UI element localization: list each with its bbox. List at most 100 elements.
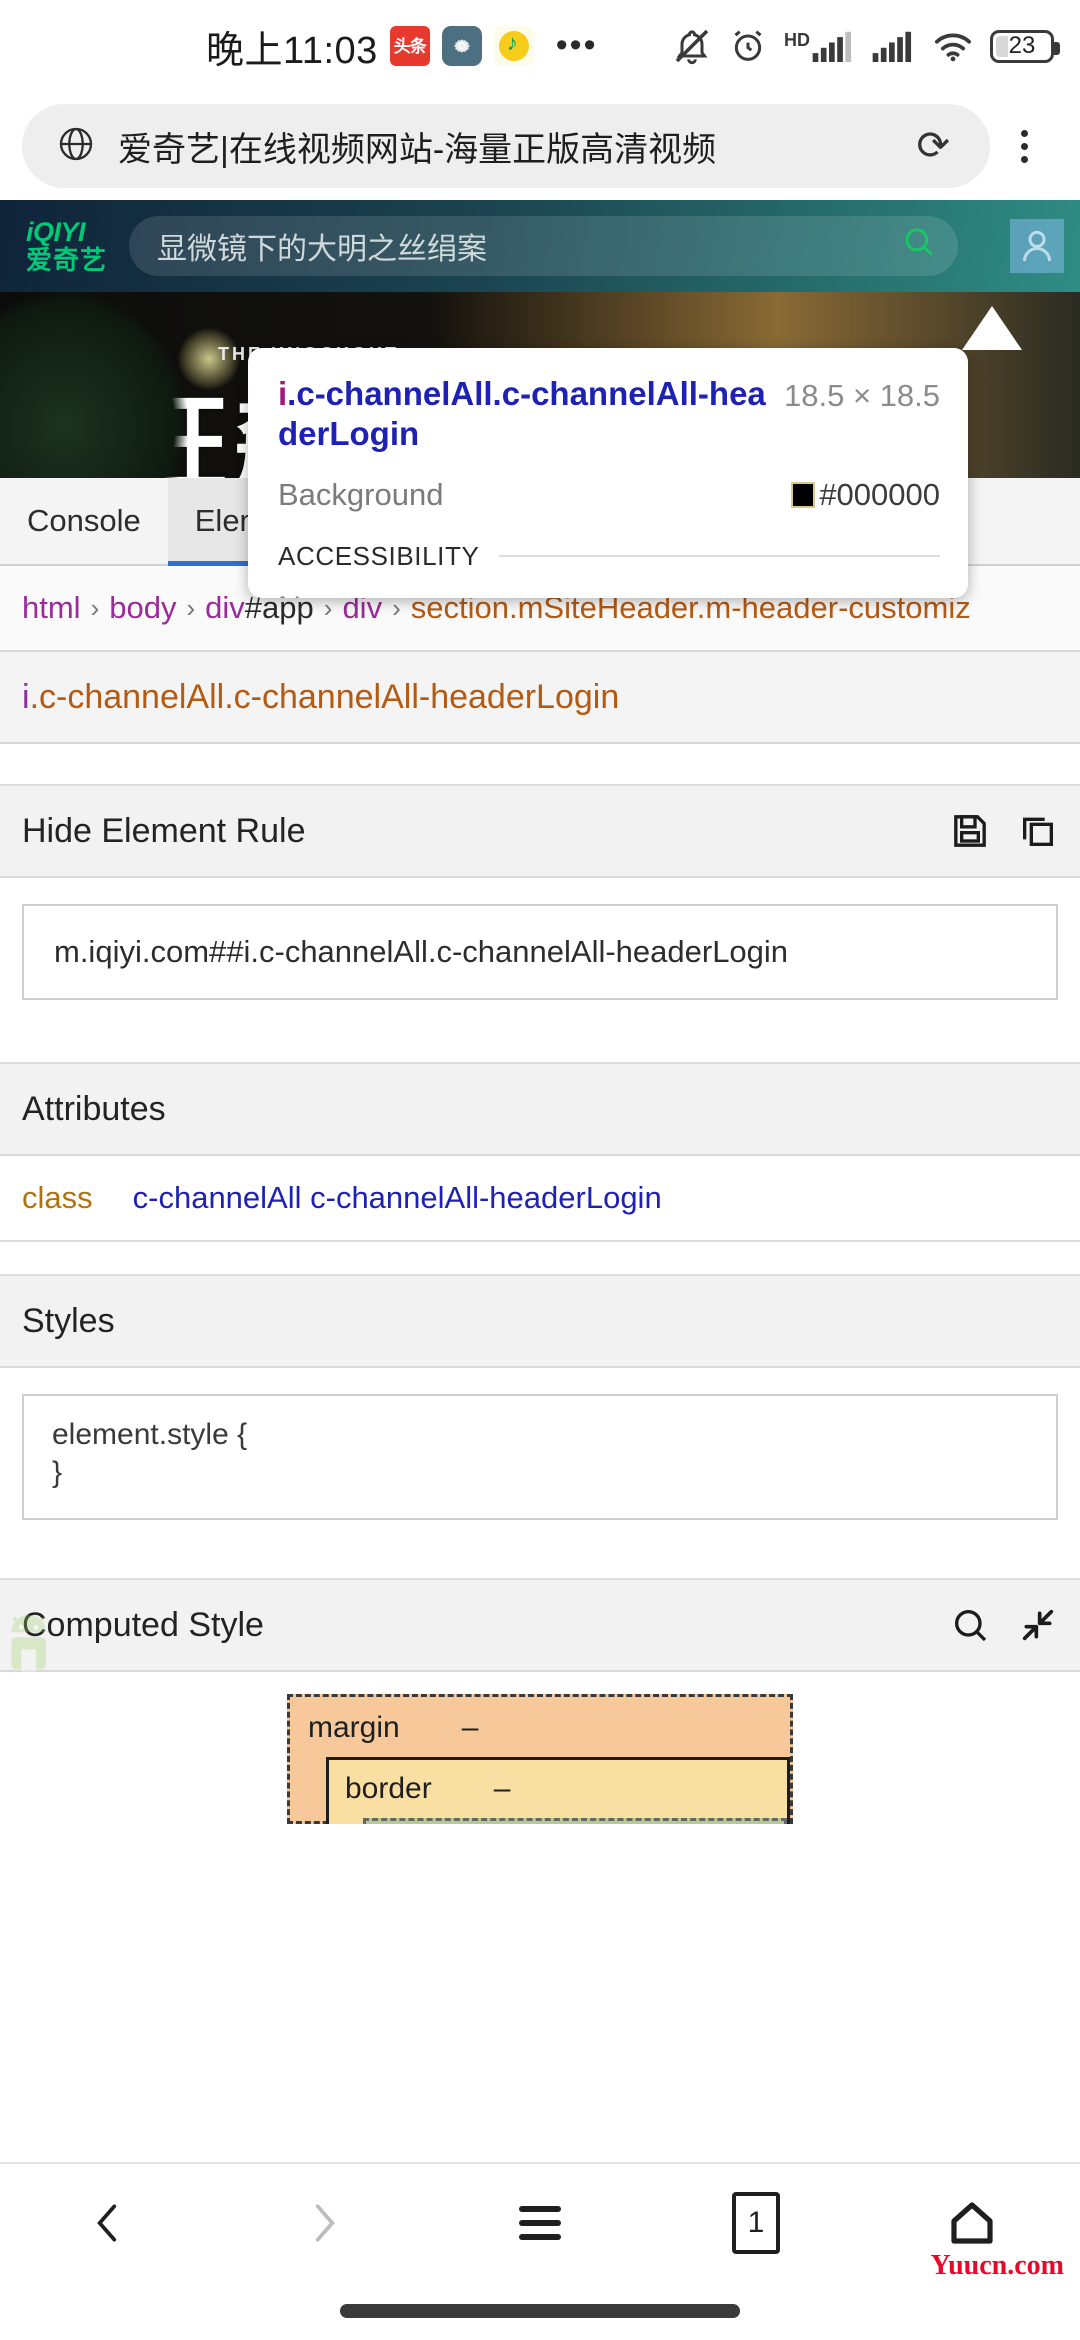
attribute-value: c-channelAll c-channelAll-headerLogin — [132, 1180, 662, 1215]
tooltip-dimensions: 18.5 × 18.5 — [784, 378, 940, 413]
gesture-home-bar[interactable] — [340, 2304, 740, 2318]
tooltip-background-row: Background #000000 — [278, 477, 940, 513]
toutiao-icon-glyph: 头条 — [393, 36, 427, 56]
address-bar[interactable]: 爱奇艺|在线视频网站-海量正版高清视频 ⟳ — [22, 104, 990, 188]
spacer-row — [0, 1546, 1080, 1580]
browser-bottom-nav: 1 Yuucn.com — [0, 2162, 1080, 2340]
signal-icon — [872, 30, 916, 62]
search-icon[interactable] — [950, 1605, 990, 1645]
status-bar-left: 晚上11:03 头条 ••• — [206, 19, 598, 74]
android-watermark-icon — [4, 1600, 78, 1704]
poster-foliage — [0, 292, 190, 478]
kebab-dot — [1020, 129, 1028, 137]
bell-mute-icon — [672, 26, 712, 66]
margin-value: – — [461, 1711, 479, 1744]
reload-button[interactable]: ⟳ — [910, 123, 956, 169]
tooltip-background-label: Background — [278, 476, 444, 512]
status-bar: 晚上11:03 头条 ••• — [0, 0, 1080, 92]
tab-count-badge: 1 — [732, 2192, 780, 2254]
copy-icon[interactable] — [1018, 811, 1058, 851]
browser-toolbar: 爱奇艺|在线视频网站-海量正版高清视频 ⟳ — [0, 92, 1080, 200]
home-button[interactable] — [864, 2199, 1080, 2247]
breadcrumb-item-html[interactable]: html — [22, 590, 81, 626]
box-model-border: border – padding – — [326, 1757, 790, 1824]
spacer-row — [0, 1242, 1080, 1276]
qq-music-note — [498, 30, 529, 61]
breadcrumb-separator: › — [90, 592, 100, 623]
alarm-clock-icon — [728, 26, 768, 66]
box-model-border-label: border – — [345, 1772, 787, 1806]
devtools-panel: Console Elements Network Resources Sourc… — [0, 478, 1080, 1824]
styles-header: Styles — [0, 1276, 1080, 1368]
hide-element-rule-title: Hide Element Rule — [22, 811, 306, 850]
forward-button — [216, 2198, 432, 2248]
iqiyi-logo[interactable]: iQIYI 爱奇艺 — [26, 218, 108, 275]
status-overflow-dots: ••• — [555, 26, 598, 65]
tooltip-accessibility-header: ACCESSIBILITY — [278, 541, 940, 572]
box-model-margin: margin – border – padding – — [287, 1694, 793, 1824]
attribute-key: class — [22, 1180, 93, 1215]
battery-icon: 23 — [990, 29, 1060, 63]
tooltip-background-hex: #000000 — [819, 476, 940, 512]
selected-element-classes: .c-channelAll.c-channelAll-headerLogin — [29, 677, 620, 716]
back-button[interactable] — [0, 2198, 216, 2248]
tooltip-name-label: Name — [278, 590, 940, 599]
hide-element-rule-actions — [950, 811, 1058, 851]
attributes-header: Attributes — [0, 1064, 1080, 1156]
border-value: – — [493, 1772, 511, 1805]
tab-switcher-button[interactable]: 1 — [648, 2192, 864, 2254]
box-model-margin-label: margin – — [308, 1711, 790, 1745]
computed-style-actions — [950, 1605, 1058, 1645]
status-bar-right: HD 23 — [672, 26, 1060, 66]
spacer-row — [0, 1030, 1080, 1064]
tooltip-divider — [499, 555, 940, 557]
chevron-right-icon — [299, 2198, 349, 2248]
iqiyi-logo-cn: 爱奇艺 — [26, 244, 108, 275]
site-search-placeholder: 显微镜下的大明之丝绢案 — [157, 233, 488, 266]
hide-element-rule-header: Hide Element Rule — [0, 786, 1080, 878]
attribute-row[interactable]: class c-channelAll c-channelAll-headerLo… — [0, 1156, 1080, 1242]
tooltip-selector-classes: .c-channelAll.c-channelAll-headerLogin — [278, 375, 766, 453]
tab-console[interactable]: Console — [0, 478, 168, 564]
collapse-arrows-icon[interactable] — [1018, 1605, 1058, 1645]
tooltip-selector: i.c-channelAll.c-channelAll-headerLogin — [278, 374, 766, 455]
search-icon[interactable] — [902, 225, 936, 268]
styles-code-open: element.style { — [52, 1418, 248, 1451]
styles-body: element.style { } — [0, 1368, 1080, 1546]
user-avatar-icon[interactable] — [1010, 219, 1064, 273]
phone-screen: 晚上11:03 头条 ••• — [0, 0, 1080, 2340]
qq-music-icon — [493, 26, 534, 66]
address-bar-title: 爱奇艺|在线视频网站-海量正版高清视频 — [118, 130, 717, 169]
breadcrumb-item-body[interactable]: body — [109, 590, 176, 626]
site-search-input[interactable]: 显微镜下的大明之丝绢案 — [129, 216, 958, 276]
box-model-padding: padding – — [363, 1818, 787, 1824]
box-model-diagram: margin – border – padding – — [0, 1672, 1080, 1824]
hide-element-rule-body: m.iqiyi.com##i.c-channelAll.c-channelAll… — [0, 878, 1080, 1030]
computed-style-header: Computed Style — [0, 1580, 1080, 1672]
border-label-text: border — [345, 1772, 432, 1805]
selected-element-tag: i — [22, 677, 30, 716]
site-watermark: Yuucn.com — [930, 2250, 1064, 2281]
battery-percent: 23 — [1008, 32, 1036, 59]
spacer-row — [0, 744, 1080, 786]
kebab-dot — [1020, 155, 1028, 163]
tooltip-selector-tag: i — [278, 375, 288, 412]
hd-label: HD — [784, 30, 810, 50]
tooltip-background-value: #000000 — [791, 477, 940, 513]
color-swatch — [791, 481, 816, 508]
chevron-left-icon — [83, 2198, 133, 2248]
browser-menu-button[interactable] — [990, 129, 1058, 163]
breadcrumb-item-div-app[interactable]: div — [205, 590, 245, 626]
hide-element-rule-input[interactable]: m.iqiyi.com##i.c-channelAll.c-channelAll… — [22, 904, 1058, 1000]
save-floppy-icon[interactable] — [950, 811, 990, 851]
globe-icon — [56, 124, 96, 169]
home-icon — [946, 2199, 998, 2247]
tooltip-header-row: i.c-channelAll.c-channelAll-headerLogin … — [278, 374, 940, 455]
status-time: 晚上11:03 — [206, 29, 378, 72]
styles-title: Styles — [22, 1301, 115, 1340]
battery-fill — [996, 35, 1008, 57]
header-login-slot[interactable] — [994, 219, 1080, 273]
menu-button[interactable] — [432, 2201, 648, 2245]
attributes-title: Attributes — [22, 1089, 166, 1128]
styles-code-block[interactable]: element.style { } — [22, 1394, 1058, 1520]
